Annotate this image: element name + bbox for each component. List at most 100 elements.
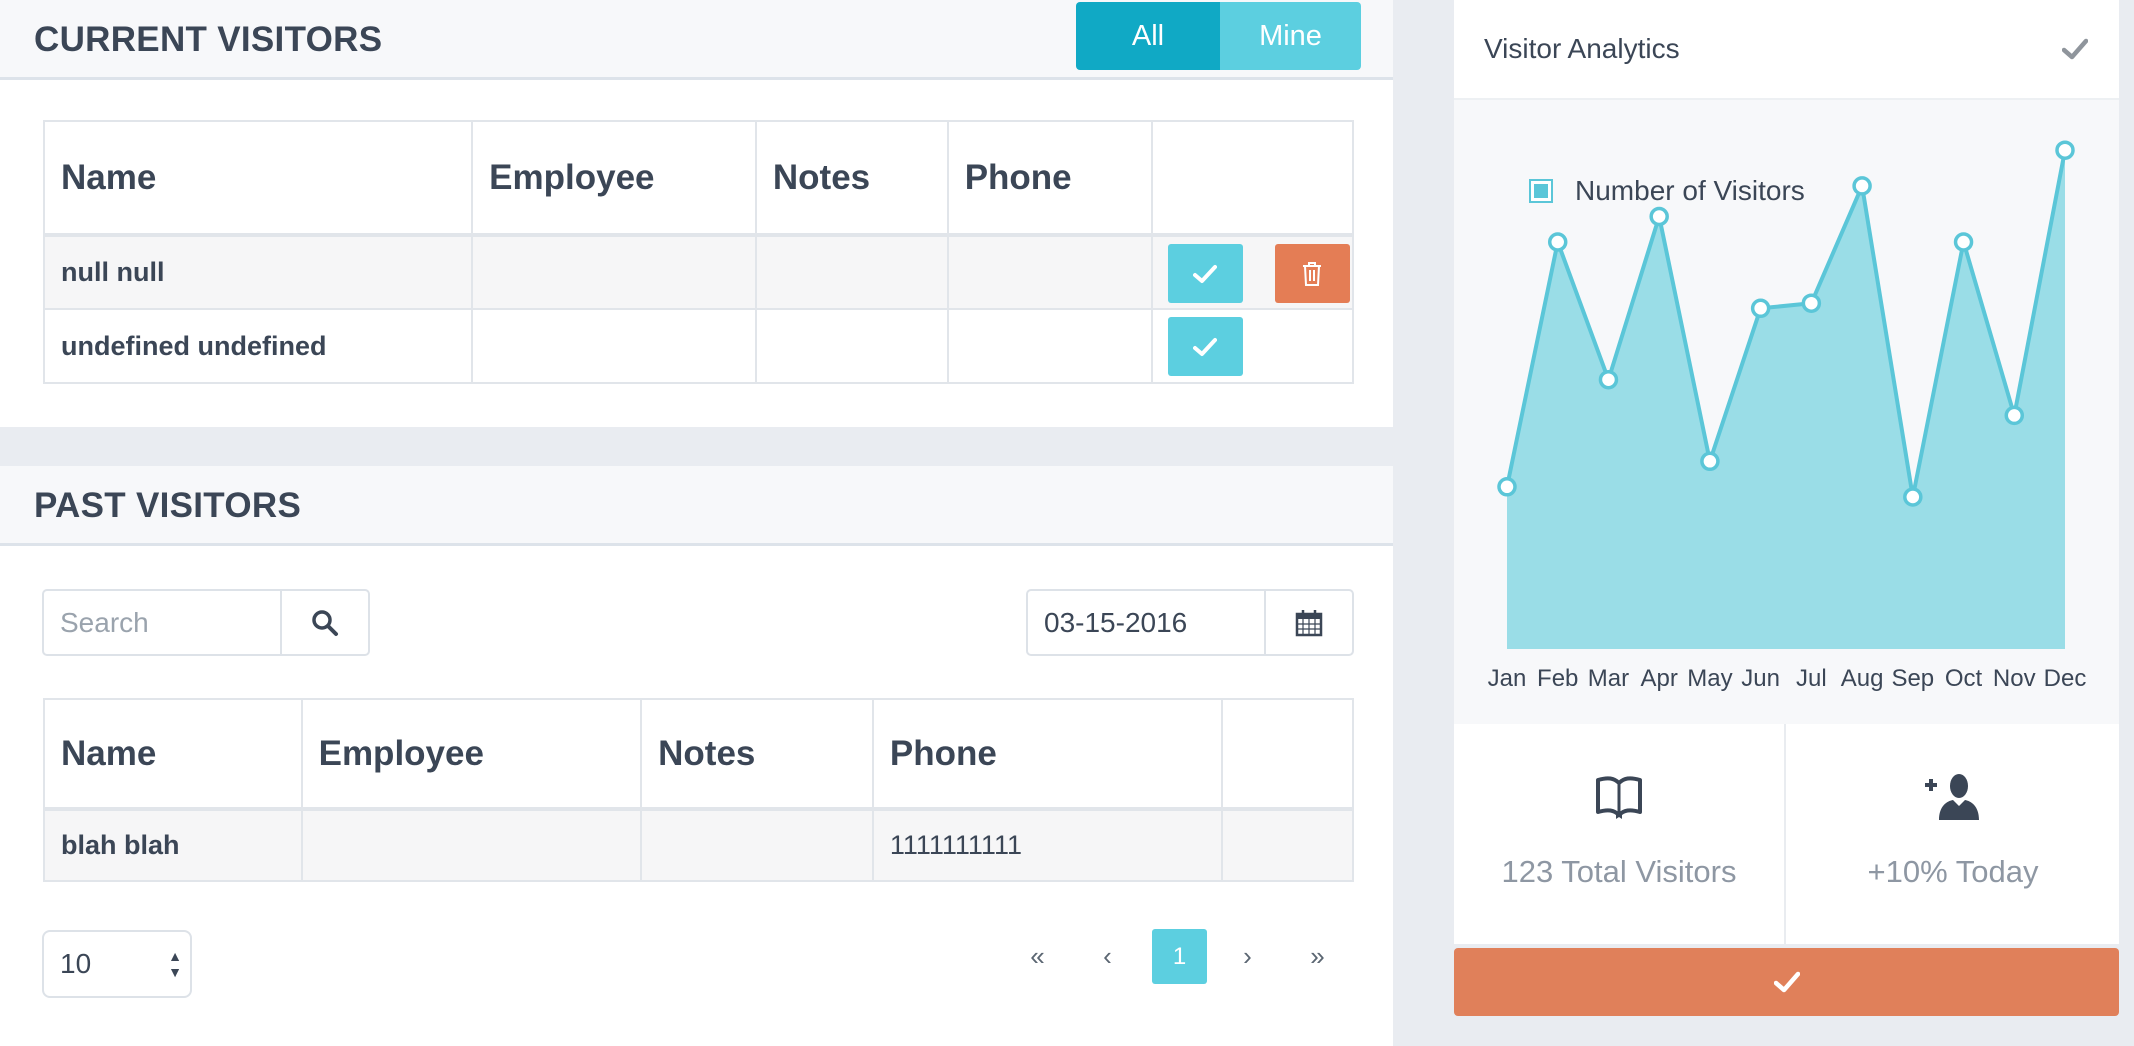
table-header-row: Name Employee Notes Phone (43, 698, 1354, 811)
visitor-notes (754, 234, 949, 310)
visitor-chart-svg: Number of Visitors Jan Feb Mar Apr May Jun Jul… (1488, 140, 2087, 692)
search-icon (312, 609, 338, 636)
row-actions (1150, 308, 1354, 384)
analytics-stats: 123 Total Visitors +10% Today (1454, 724, 2119, 944)
x-tick-label: Jul (1796, 665, 1827, 692)
visitor-analytics-panel: Visitor Analytics Number of Visitors Jan… (1454, 0, 2119, 1046)
x-tick-label: Apr (1641, 665, 1678, 692)
pagination-page-current[interactable]: 1 (1152, 929, 1207, 984)
x-tick-label: Sep (1891, 665, 1934, 692)
check-icon (1193, 264, 1217, 283)
analytics-header: Visitor Analytics (1454, 0, 2119, 100)
select-arrows-icon: ▲ ▼ (168, 948, 182, 980)
chart-point[interactable] (1700, 451, 1720, 472)
search-group (42, 589, 370, 656)
chart-x-axis: Jan Feb Mar Apr May Jun Jul Aug Sep Oct Nov Dec (1488, 665, 2087, 692)
column-header-notes: Notes (640, 698, 874, 811)
filter-all-button[interactable]: All (1076, 2, 1220, 70)
chart-point[interactable] (1852, 176, 1872, 196)
past-visitors-header: PAST VISITORS (0, 466, 1393, 546)
x-tick-label: Dec (2044, 665, 2087, 692)
chart-point[interactable] (1801, 293, 1822, 313)
column-header-phone: Phone (946, 120, 1153, 237)
visitor-filter-toggle: All Mine (1076, 2, 1361, 70)
visitor-actions (1221, 808, 1354, 882)
chart-area (1507, 150, 2065, 649)
chart-point[interactable] (1598, 369, 1619, 390)
column-header-notes: Notes (754, 120, 949, 237)
column-header-name: Name (42, 120, 474, 237)
current-visitors-panel: CURRENT VISITORS All Mine Name Employee … (0, 0, 1393, 427)
add-user-icon (1925, 774, 1979, 820)
chart-point[interactable] (1649, 206, 1669, 227)
past-visitors-table: Name Employee Notes Phone blah blah 1111… (43, 698, 1354, 882)
visitor-phone: 1111111111 (871, 808, 1224, 882)
chart-point[interactable] (1547, 232, 1568, 252)
visitor-chart: Number of Visitors Jan Feb Mar Apr May Jun Jul… (1454, 100, 2119, 724)
check-icon (1193, 337, 1217, 356)
pagination-next[interactable]: › (1220, 929, 1275, 984)
visitor-notes (754, 308, 949, 384)
trash-icon (1303, 261, 1321, 286)
column-header-employee: Employee (471, 120, 757, 237)
visitor-employee (471, 234, 757, 310)
confirm-button[interactable] (1454, 948, 2119, 1016)
check-in-button[interactable] (1167, 317, 1243, 376)
current-visitors-table: Name Employee Notes Phone null null unde… (42, 120, 1354, 384)
chart-point[interactable] (1953, 232, 1974, 252)
per-page-select[interactable]: 10 ▲ ▼ (42, 930, 192, 998)
x-tick-label: May (1687, 665, 1732, 692)
search-button[interactable] (280, 591, 368, 654)
per-page-value: 10 (60, 948, 92, 979)
check-in-button[interactable] (1167, 244, 1243, 303)
date-input[interactable] (1028, 591, 1264, 654)
book-icon (1596, 776, 1642, 819)
table-row: undefined undefined (42, 308, 1354, 384)
chart-point[interactable] (1750, 298, 1771, 319)
column-header-actions (1150, 120, 1354, 237)
table-row: null null (42, 234, 1354, 310)
x-tick-label: Jan (1488, 665, 1527, 692)
calendar-icon (1295, 609, 1323, 636)
stat-today-label: +10% Today (1867, 854, 2039, 889)
chart-plot (1497, 140, 2075, 649)
stat-total-label: 123 Total Visitors (1501, 854, 1737, 889)
column-header-phone: Phone (871, 698, 1224, 811)
x-tick-label: Mar (1588, 665, 1629, 692)
stat-today: +10% Today (1787, 724, 2119, 944)
chart-point[interactable] (2055, 140, 2075, 160)
filter-mine-button[interactable]: Mine (1220, 2, 1361, 70)
check-icon[interactable] (2062, 38, 2088, 60)
visitor-name: null null (42, 234, 474, 310)
visitor-phone (946, 234, 1153, 310)
visitor-phone (946, 308, 1153, 384)
chart-point[interactable] (1497, 477, 1517, 497)
check-icon (1773, 971, 1800, 993)
row-actions (1150, 234, 1354, 310)
column-header-employee: Employee (300, 698, 643, 811)
pagination-last[interactable]: » (1290, 929, 1345, 984)
delete-button[interactable] (1274, 244, 1350, 303)
pagination-prev[interactable]: ‹ (1080, 929, 1135, 984)
calendar-button[interactable] (1264, 591, 1352, 654)
date-group (1026, 589, 1354, 656)
table-header-row: Name Employee Notes Phone (42, 120, 1354, 237)
current-visitors-header: CURRENT VISITORS All Mine (0, 0, 1393, 80)
pagination-first[interactable]: « (1010, 929, 1065, 984)
stat-total-visitors: 123 Total Visitors (1454, 724, 1786, 944)
visitor-name: blah blah (43, 808, 303, 882)
x-tick-label: Oct (1945, 665, 1983, 692)
chart-point[interactable] (2004, 405, 2025, 426)
table-row: blah blah 1111111111 (43, 808, 1354, 882)
chart-legend: Number of Visitors (1529, 175, 1805, 206)
chart-point[interactable] (1903, 487, 1923, 507)
legend-label: Number of Visitors (1575, 175, 1805, 206)
x-tick-label: Feb (1537, 665, 1578, 692)
search-input[interactable] (44, 591, 280, 654)
current-visitors-title: CURRENT VISITORS (34, 20, 383, 59)
visitor-notes (640, 808, 874, 882)
past-visitors-title: PAST VISITORS (34, 486, 302, 525)
x-tick-label: Aug (1841, 665, 1884, 692)
column-header-name: Name (43, 698, 303, 811)
visitor-employee (300, 808, 643, 882)
